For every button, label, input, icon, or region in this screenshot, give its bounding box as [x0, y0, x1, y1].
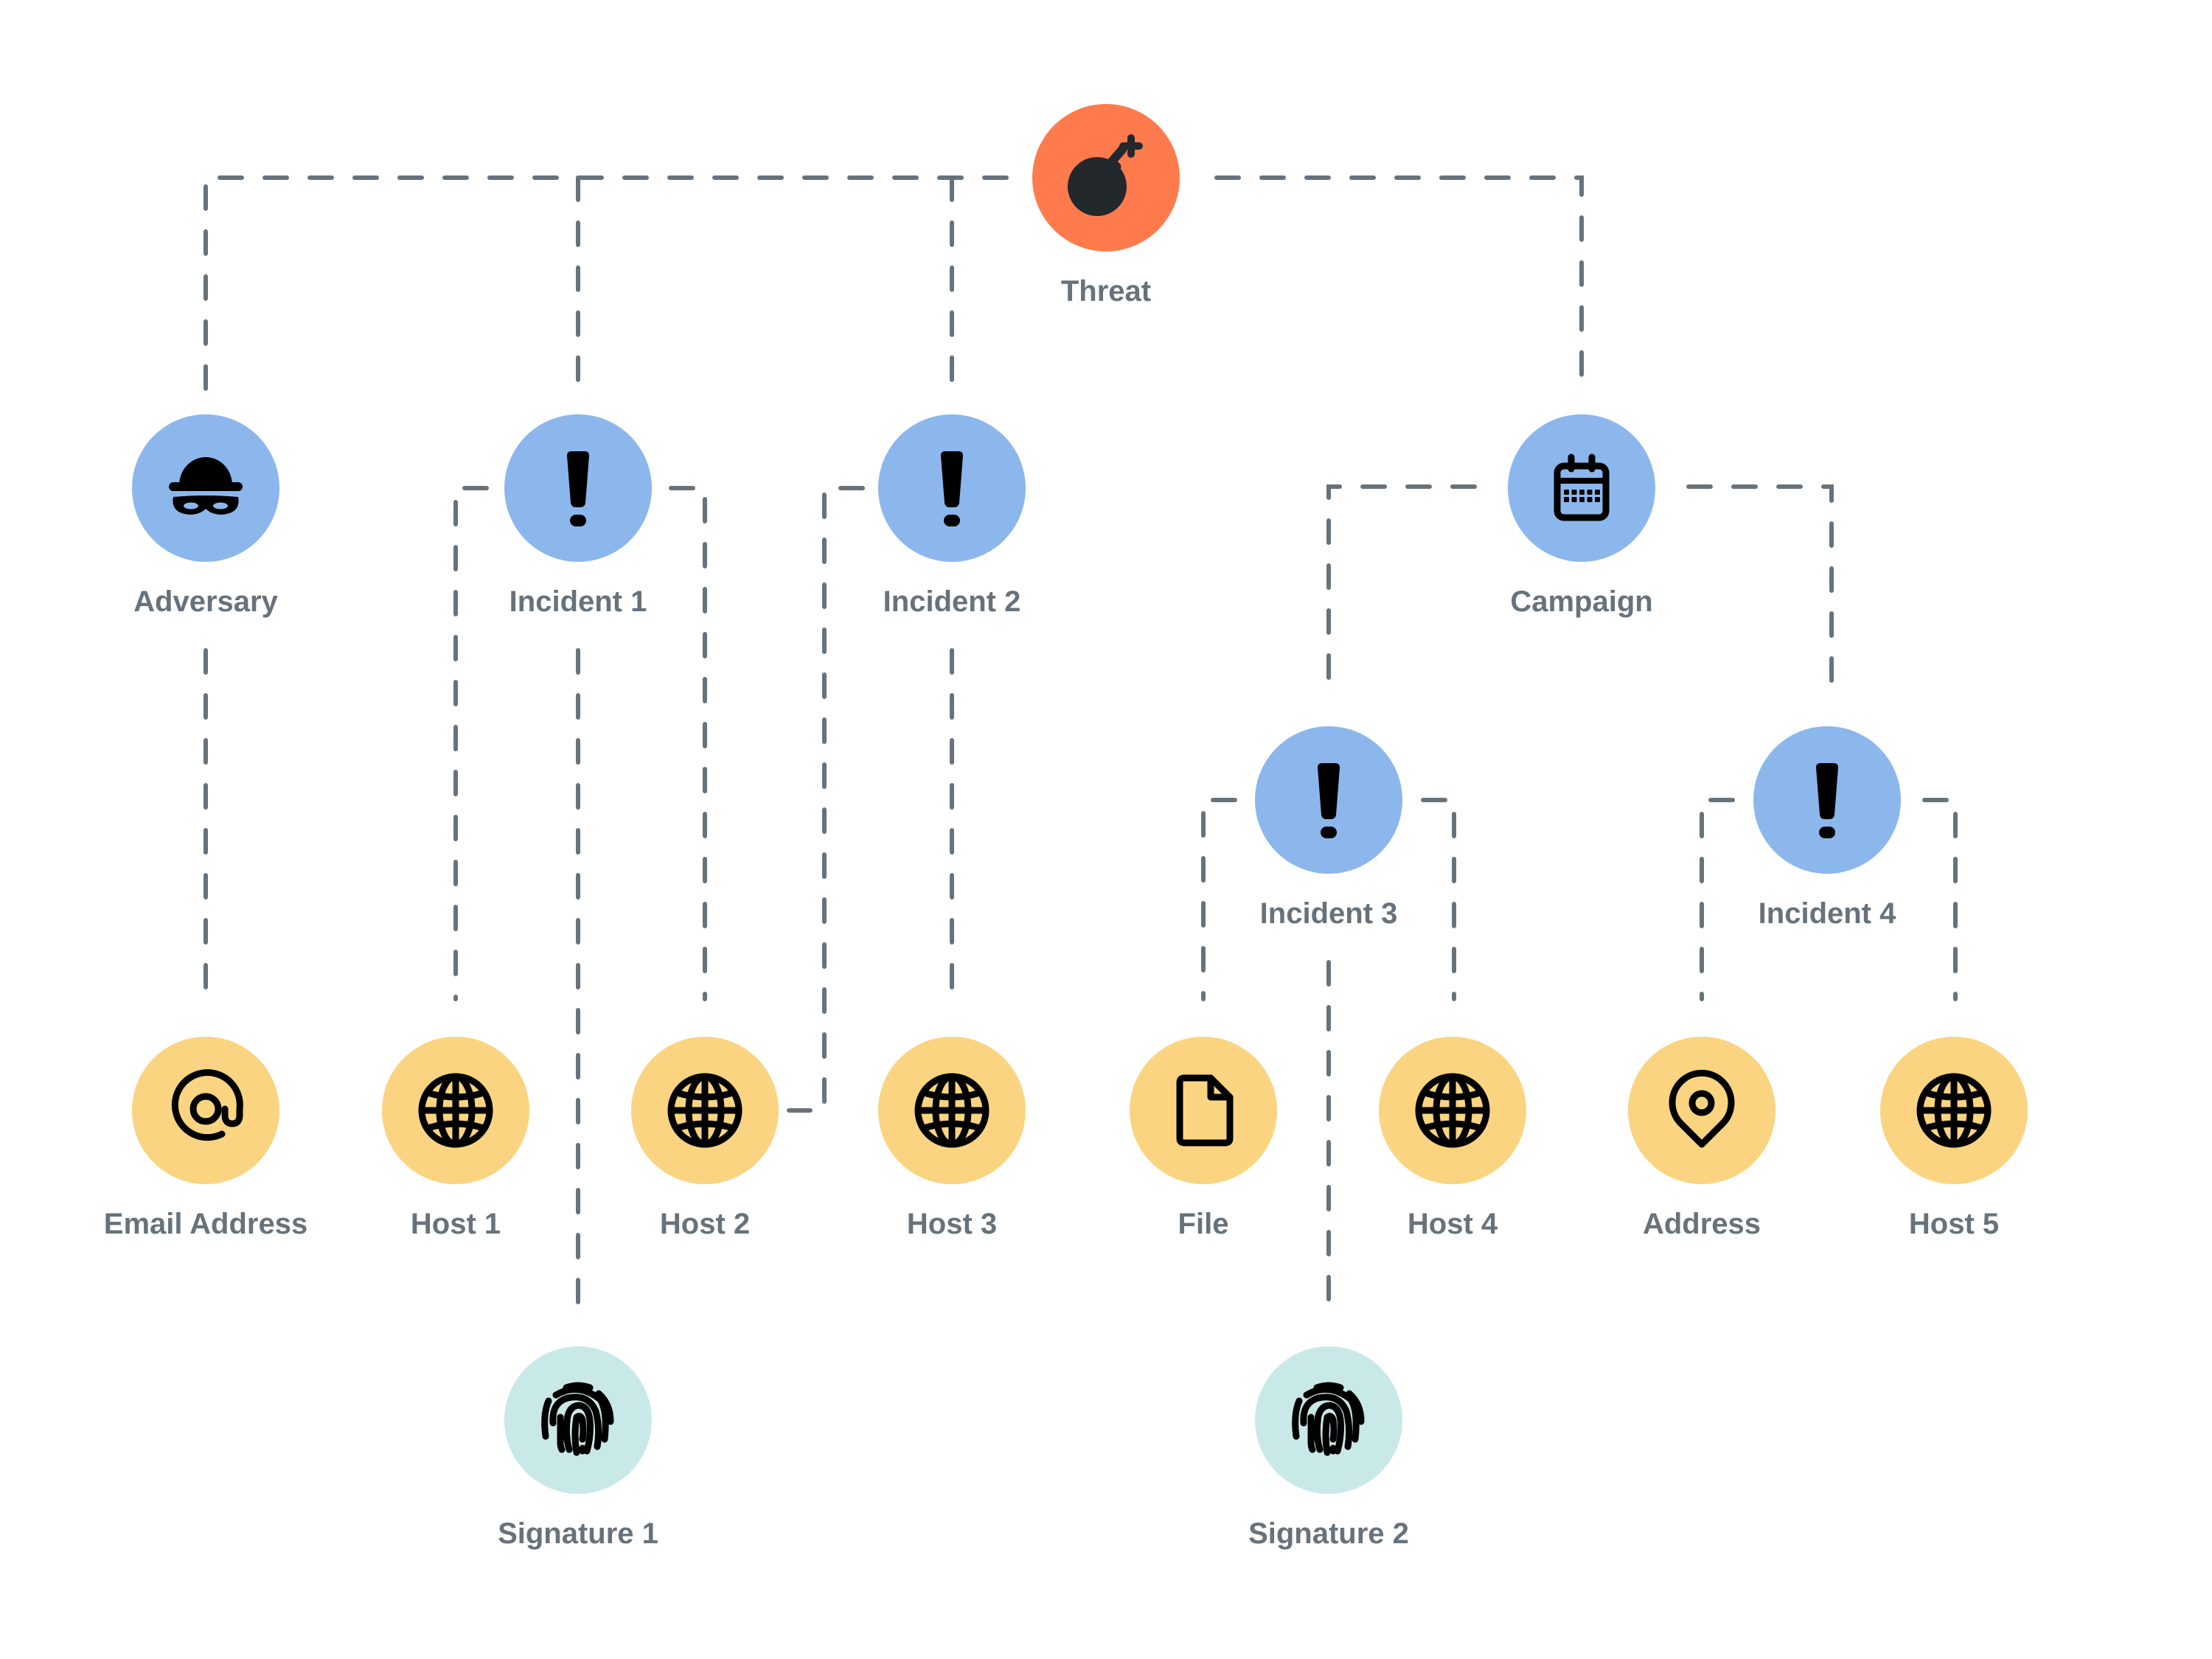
- node-host3[interactable]: Host 3: [878, 1037, 1026, 1240]
- node-incident2[interactable]: Incident 2: [878, 414, 1026, 618]
- edge-incident4-address: [1700, 798, 1735, 1001]
- node-label: Adversary: [133, 585, 278, 618]
- node-signature1[interactable]: Signature 1: [498, 1346, 658, 1550]
- node-label: Host 5: [1909, 1208, 1999, 1240]
- node-label: Incident 4: [1759, 897, 1896, 930]
- threat-graph-diagram: Threat Adversary Incident 1 Incident 2 Campa…: [104, 104, 2028, 1550]
- node-circle[interactable]: [1508, 414, 1655, 562]
- node-incident3[interactable]: Incident 3: [1255, 726, 1402, 930]
- edge-threat-adversary: [204, 175, 1009, 397]
- node-circle[interactable]: [1130, 1037, 1277, 1184]
- node-host5[interactable]: Host 5: [1880, 1037, 2028, 1240]
- node-incident4[interactable]: Incident 4: [1753, 726, 1901, 930]
- globe-icon: [1415, 1073, 1490, 1148]
- node-incident1[interactable]: Incident 1: [504, 414, 652, 618]
- node-address[interactable]: Address: [1628, 1037, 1775, 1240]
- edge-incident4-host5: [1922, 798, 1958, 1001]
- node-email[interactable]: Email Address: [104, 1037, 307, 1240]
- edge-campaign-incident4: [1686, 484, 1834, 688]
- globe-icon: [667, 1073, 742, 1148]
- node-label: Email Address: [104, 1208, 307, 1240]
- edge-incident3-host4: [1421, 798, 1456, 1001]
- node-adversary[interactable]: Adversary: [132, 414, 279, 618]
- node-label: Host 3: [907, 1208, 997, 1240]
- node-campaign[interactable]: Campaign: [1508, 414, 1655, 618]
- edge-campaign-incident3: [1326, 484, 1477, 688]
- node-label: Host 1: [411, 1208, 501, 1240]
- edge-incident1-host2: [669, 486, 707, 1001]
- node-host1[interactable]: Host 1: [382, 1037, 529, 1240]
- edge-incident2-host2: [787, 486, 865, 1113]
- node-label: Incident 2: [883, 585, 1021, 618]
- node-host4[interactable]: Host 4: [1379, 1037, 1526, 1240]
- edge-threat-campaign: [1214, 175, 1584, 397]
- node-label: Incident 3: [1260, 897, 1398, 930]
- node-label: Host 4: [1408, 1208, 1498, 1240]
- node-label: Host 2: [660, 1208, 750, 1240]
- node-file[interactable]: File: [1130, 1037, 1277, 1240]
- node-threat[interactable]: Threat: [1032, 104, 1180, 307]
- globe-icon: [1916, 1073, 1992, 1148]
- node-label: Campaign: [1510, 585, 1652, 618]
- node-host2[interactable]: Host 2: [631, 1037, 779, 1240]
- node-label: Address: [1643, 1208, 1761, 1240]
- node-circle[interactable]: [132, 1037, 279, 1184]
- globe-icon: [914, 1073, 990, 1148]
- node-label: Signature 1: [498, 1517, 658, 1550]
- globe-icon: [418, 1073, 493, 1148]
- nodes-layer: Threat Adversary Incident 1 Incident 2 Campa…: [104, 104, 2028, 1550]
- edge-incident3-file: [1201, 798, 1237, 1001]
- node-signature2[interactable]: Signature 2: [1248, 1346, 1409, 1550]
- node-label: Signature 2: [1248, 1517, 1409, 1550]
- node-label: Threat: [1061, 275, 1151, 307]
- node-label: Incident 1: [509, 585, 647, 618]
- edge-incident1-host1: [453, 486, 489, 1001]
- node-label: File: [1178, 1208, 1229, 1240]
